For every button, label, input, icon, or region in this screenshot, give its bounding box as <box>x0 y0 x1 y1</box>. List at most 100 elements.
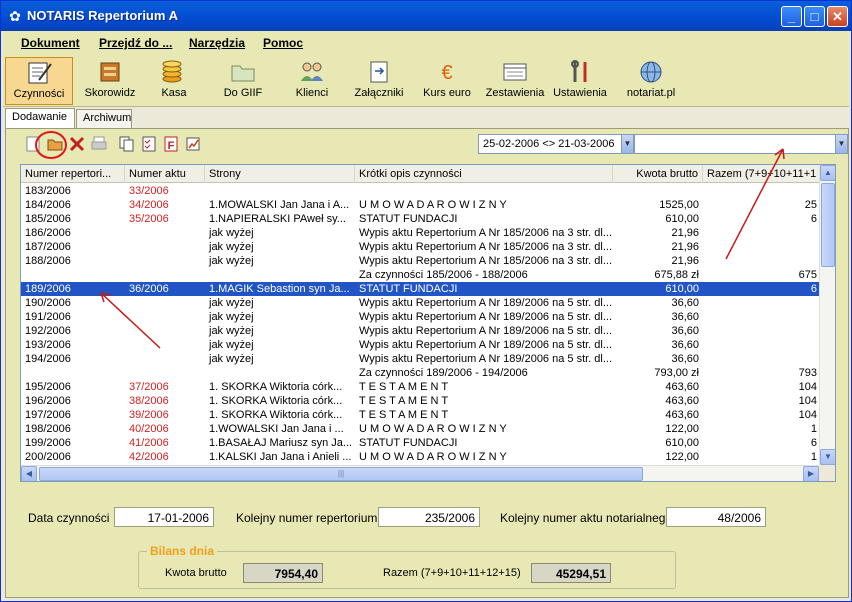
cell-akt <box>125 366 205 380</box>
col-kwota[interactable]: Kwota brutto <box>613 165 703 183</box>
table-row[interactable]: 187/2006 jak wyżej Wypis aktu Repertorium … <box>21 240 821 254</box>
vertical-scroll-thumb[interactable] <box>821 183 835 267</box>
cell-razem <box>703 184 821 198</box>
table-row[interactable]: 196/2006 38/2006 1. SKORKA Wiktoria córk..… <box>21 394 821 408</box>
title-bar[interactable]: ✿ NOTARIS Repertorium A _ □ ✕ <box>1 1 851 31</box>
menu-dokument[interactable]: Dokument <box>21 36 80 50</box>
table-row[interactable]: 195/2006 37/2006 1. SKORKA Wiktoria córk..… <box>21 380 821 394</box>
delete-x-icon[interactable] <box>68 135 86 153</box>
cell-kwota: 21,96 <box>671 227 699 239</box>
table-row[interactable]: 191/2006 jak wyżej Wypis aktu Repertorium … <box>21 310 821 324</box>
cell-opis: Wypis aktu Repertorium A Nr 185/2006 na … <box>359 241 613 253</box>
kolejny-akt-field[interactable]: 48/2006 <box>666 507 766 527</box>
table-row[interactable]: Za czynności 189/2006 - 194/2006 793,00 z… <box>21 366 821 380</box>
repertorium-table[interactable]: Numer repertori... Numer aktu Strony Kró… <box>20 164 836 482</box>
menu-narzedzia[interactable]: Narzędzia <box>189 36 245 50</box>
new-doc-icon[interactable] <box>24 135 42 153</box>
kolejny-repertorium-field[interactable]: 235/2006 <box>378 507 480 527</box>
cell-razem: 104 <box>798 381 817 393</box>
col-numer-aktu[interactable]: Numer aktu <box>125 165 205 183</box>
toolbar-do-giif-button[interactable]: Do GIIF <box>215 57 271 105</box>
cell-strony: jak wyżej <box>209 241 254 253</box>
tab-dodawanie[interactable]: Dodawanie <box>5 108 75 129</box>
table-row[interactable]: Za czynności 185/2006 - 188/2006 675,88 z… <box>21 268 821 282</box>
toolbar-kasa-button[interactable]: Kasa <box>149 57 199 105</box>
col-strony[interactable]: Strony <box>205 165 355 183</box>
cell-opis: U M O W A D A R O W I Z N Y <box>359 423 507 435</box>
table-row[interactable]: 200/2006 42/2006 1.KALSKI Jan Jana i Aniel… <box>21 450 821 464</box>
cell-razem <box>703 296 821 310</box>
table-row[interactable]: 186/2006 jak wyżej Wypis aktu Repertorium … <box>21 226 821 240</box>
form-f-icon[interactable]: F <box>162 135 180 153</box>
scroll-down-icon[interactable]: ▼ <box>820 449 835 465</box>
table-row[interactable]: 198/2006 40/2006 1.WOWALSKI Jan Jana i ...… <box>21 422 821 436</box>
maximize-button[interactable]: □ <box>804 6 825 27</box>
cell-akt <box>125 324 205 338</box>
cell-akt: 41/2006 <box>129 437 169 449</box>
cell-razem: 25 <box>804 199 817 211</box>
toolbar-zalaczniki-button[interactable]: Załączniki <box>353 57 405 105</box>
table-row[interactable]: 185/2006 35/2006 1.NAPIERALSKI PAweł sy...… <box>21 212 821 226</box>
table-row[interactable]: 188/2006 jak wyżej Wypis aktu Repertorium … <box>21 254 821 268</box>
cell-kwota: 36,60 <box>671 339 699 351</box>
cell-akt <box>125 226 205 240</box>
data-czynnosci-field[interactable]: 17-01-2006 <box>114 507 214 527</box>
cell-razem: 6 <box>810 437 817 449</box>
cell-nr: 187/2006 <box>25 241 71 253</box>
cell-strony <box>205 184 355 198</box>
toolbar-zestawienia-button[interactable]: Zestawienia <box>485 57 545 105</box>
cell-razem <box>703 338 821 352</box>
table-row[interactable]: 197/2006 39/2006 1. SKORKA Wiktoria córk..… <box>21 408 821 422</box>
cell-opis: Za czynności 185/2006 - 188/2006 <box>359 269 528 281</box>
scroll-right-icon[interactable]: ▶ <box>803 466 819 481</box>
svg-text:€: € <box>441 62 452 84</box>
chart-export-icon[interactable] <box>184 135 202 153</box>
cell-opis: Wypis aktu Repertorium A Nr 189/2006 na … <box>359 311 613 323</box>
copy-icon[interactable] <box>118 135 136 153</box>
table-row[interactable]: 184/2006 34/2006 1.MOWALSKI Jan Jana i A..… <box>21 198 821 212</box>
toolbar-ustawienia-button[interactable]: Ustawienia <box>553 57 607 105</box>
table-row[interactable]: 183/2006 33/2006 <box>21 184 821 198</box>
toolbar-notariat-button[interactable]: notariat.pl <box>619 57 683 105</box>
toolbar-czynnosci-button[interactable]: Czynności <box>5 57 73 105</box>
table-row[interactable]: 193/2006 jak wyżej Wypis aktu Repertorium … <box>21 338 821 352</box>
table-row[interactable]: 192/2006 jak wyżej Wypis aktu Repertorium … <box>21 324 821 338</box>
table-row[interactable]: 190/2006 jak wyżej Wypis aktu Repertorium … <box>21 296 821 310</box>
chevron-down-icon[interactable]: ▼ <box>621 135 633 153</box>
chevron-down-icon[interactable]: ▼ <box>835 135 847 153</box>
cell-strony: jak wyżej <box>209 311 254 323</box>
menu-pomoc[interactable]: Pomoc <box>263 36 303 50</box>
date-range-select[interactable]: 25-02-2006 <> 21-03-2006 ▼ <box>478 134 634 154</box>
filter-select[interactable]: ▼ <box>634 134 848 154</box>
checklist-icon[interactable] <box>140 135 158 153</box>
horizontal-scrollbar[interactable]: ◀ ||| ▶ <box>21 465 821 481</box>
table-body: 183/2006 33/2006 184/2006 34/2006 1.MOWALSKI… <box>21 184 821 464</box>
euro-icon: € <box>441 62 452 84</box>
col-opis[interactable]: Krótki opis czynności <box>355 165 613 183</box>
table-row[interactable]: 189/2006 36/2006 1.MAGIK Sebastion syn Ja.… <box>21 282 821 296</box>
close-button[interactable]: ✕ <box>827 6 848 27</box>
toolbar-skorowidz-button[interactable]: Skorowidz <box>79 57 141 105</box>
scroll-up-icon[interactable]: ▲ <box>820 165 835 181</box>
cell-opis: Wypis aktu Repertorium A Nr 189/2006 na … <box>359 339 613 351</box>
table-row[interactable]: 199/2006 41/2006 1.BASAŁAJ Mariusz syn Ja.… <box>21 436 821 450</box>
horizontal-scroll-thumb[interactable]: ||| <box>39 467 643 481</box>
toolbar-klienci-button[interactable]: Klienci <box>289 57 335 105</box>
attachment-icon <box>370 61 388 83</box>
cell-nr: 184/2006 <box>25 199 71 211</box>
minimize-button[interactable]: _ <box>781 6 802 27</box>
cell-strony: 1.WOWALSKI Jan Jana i ... <box>209 423 344 435</box>
toolbar-kurs-euro-button[interactable]: € Kurs euro <box>421 57 473 105</box>
col-razem[interactable]: Razem (7+9+10+11+1 <box>703 165 821 183</box>
cell-kwota: 610,00 <box>665 283 699 295</box>
scroll-left-icon[interactable]: ◀ <box>21 466 37 481</box>
print-icon[interactable] <box>90 135 108 153</box>
tab-archiwum[interactable]: Archiwum <box>76 109 132 128</box>
open-folder-icon[interactable] <box>46 135 64 153</box>
table-row[interactable]: 194/2006 jak wyżej Wypis aktu Repertorium … <box>21 352 821 366</box>
vertical-scrollbar[interactable]: ▲ ▼ <box>819 165 835 465</box>
cell-akt <box>125 352 205 366</box>
col-numer-repertorium[interactable]: Numer repertori... <box>21 165 125 183</box>
menu-przejdz[interactable]: Przejdź do ... <box>99 36 172 50</box>
cell-akt: 35/2006 <box>129 213 169 225</box>
